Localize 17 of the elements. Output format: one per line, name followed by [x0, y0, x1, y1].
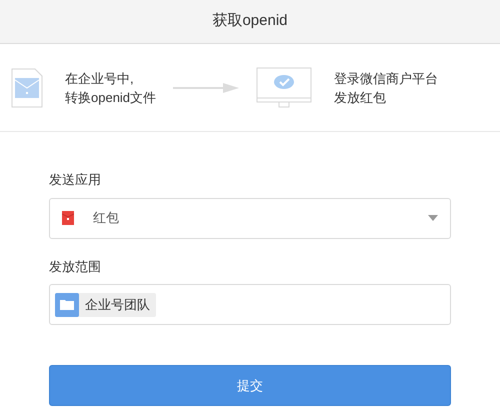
dropdown-caret-icon [428, 215, 438, 221]
scope-field[interactable]: 企业号团队 [49, 284, 451, 325]
step-text: 转换openid文件 [65, 88, 156, 106]
arrow-icon [173, 82, 240, 92]
document-icon [11, 68, 43, 108]
folder-icon [60, 299, 74, 310]
step-text: 在企业号中, [65, 70, 135, 88]
select-value: 红包 [93, 209, 120, 228]
step-text: 发放红包 [334, 88, 388, 106]
step-text: 登录微信商户平台 [334, 70, 438, 88]
window-title: 获取openid [212, 11, 288, 32]
field-label: 发放范围 [49, 258, 101, 276]
field-label: 发送应用 [49, 171, 101, 189]
monitor-icon [256, 66, 312, 108]
envelope-icon [62, 211, 74, 225]
department-tag[interactable]: 企业号团队 [55, 292, 156, 316]
select-field[interactable]: 红包 [49, 198, 451, 238]
